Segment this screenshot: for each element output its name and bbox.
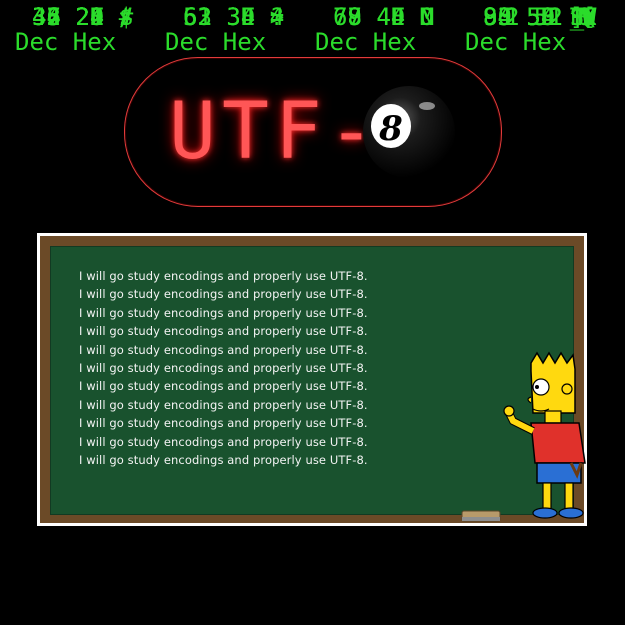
chalkboard-line: I will go study encodings and properly u… — [79, 453, 368, 468]
chalkboard-line: I will go study encodings and properly u… — [79, 269, 368, 283]
chalkboard: I will go study encodings and properly u… — [50, 246, 586, 522]
ascii-row — [0, 556, 625, 590]
eight-ball-digit: 8 — [378, 109, 403, 149]
chalkboard-line: I will go study encodings and properly u… — [79, 342, 368, 357]
chalkboard-line: I will go study encodings and properly u… — [79, 361, 368, 376]
ascii-cell: 63 3F ? — [183, 3, 285, 31]
chalkboard-line: I will go study encodings and properly u… — [79, 397, 368, 412]
chalkboard-line: I will go study encodings and properly u… — [79, 379, 368, 394]
ascii-row — [0, 591, 625, 625]
bart-character-icon — [503, 351, 586, 519]
chalkboard-line: I will go study encodings and properly u… — [79, 416, 368, 431]
chalkboard-line: I will go study encodings and properly u… — [79, 324, 368, 339]
ascii-cell: 47 2F / — [32, 3, 134, 31]
eraser-icon — [461, 510, 501, 522]
chalkboard-frame: I will go study encodings and properly u… — [37, 233, 587, 526]
eight-ball-icon: 8 — [363, 86, 455, 178]
utf8-badge: UTF- 8 — [124, 57, 502, 207]
chalkboard-line: I will go study encodings and properly u… — [79, 305, 368, 320]
ascii-cell: 79 4F O — [333, 3, 435, 31]
chalkboard-line: I will go study encodings and properly u… — [79, 434, 368, 449]
ascii-cell: \ — [582, 3, 597, 31]
badge-text: UTF- — [169, 87, 381, 177]
ascii-cell: 95 5F _ — [483, 3, 585, 31]
chalkboard-line: I will go study encodings and properly u… — [79, 287, 368, 302]
chalkboard-lines: I will go study encodings and properly u… — [79, 267, 459, 469]
